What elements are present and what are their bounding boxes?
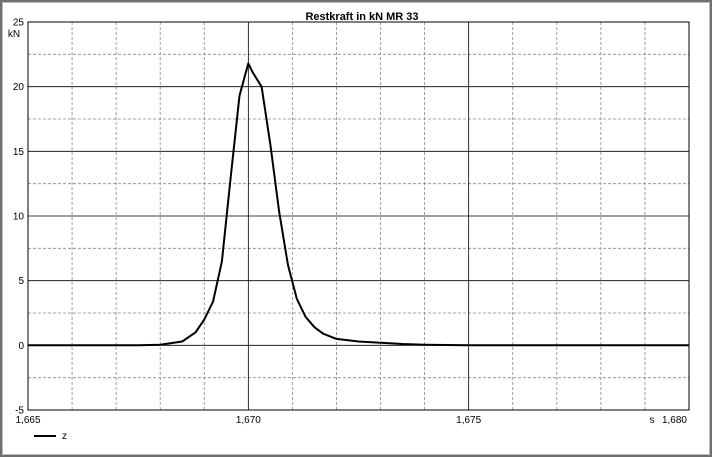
y-axis-unit: kN xyxy=(8,29,20,40)
legend-label-z: z xyxy=(62,431,67,442)
x-tick-label: 1,675 xyxy=(456,415,481,426)
y-tick-label: 25 xyxy=(13,18,25,29)
x-tick-label: 1,670 xyxy=(236,415,261,426)
y-tick-label: 10 xyxy=(13,212,25,223)
y-tick-label: 15 xyxy=(13,147,25,158)
y-tick-label: 0 xyxy=(18,341,24,352)
x-axis-unit: s xyxy=(650,415,655,426)
tick-labels: -505101520251,665 1,670 1,675 1,680 xyxy=(13,18,688,427)
x-tick-label: 1,680 xyxy=(662,415,687,426)
x-tick-label: 1,665 xyxy=(15,415,40,426)
series-line-z xyxy=(28,62,689,347)
grid xyxy=(28,22,689,410)
chart: Restkraft in kN MR 33 kN -505101520251,6… xyxy=(8,11,690,442)
legend: z xyxy=(34,431,67,442)
y-tick-label: 5 xyxy=(18,276,24,287)
y-tick-label: 20 xyxy=(13,82,25,93)
chart-title: Restkraft in kN MR 33 xyxy=(305,11,418,23)
